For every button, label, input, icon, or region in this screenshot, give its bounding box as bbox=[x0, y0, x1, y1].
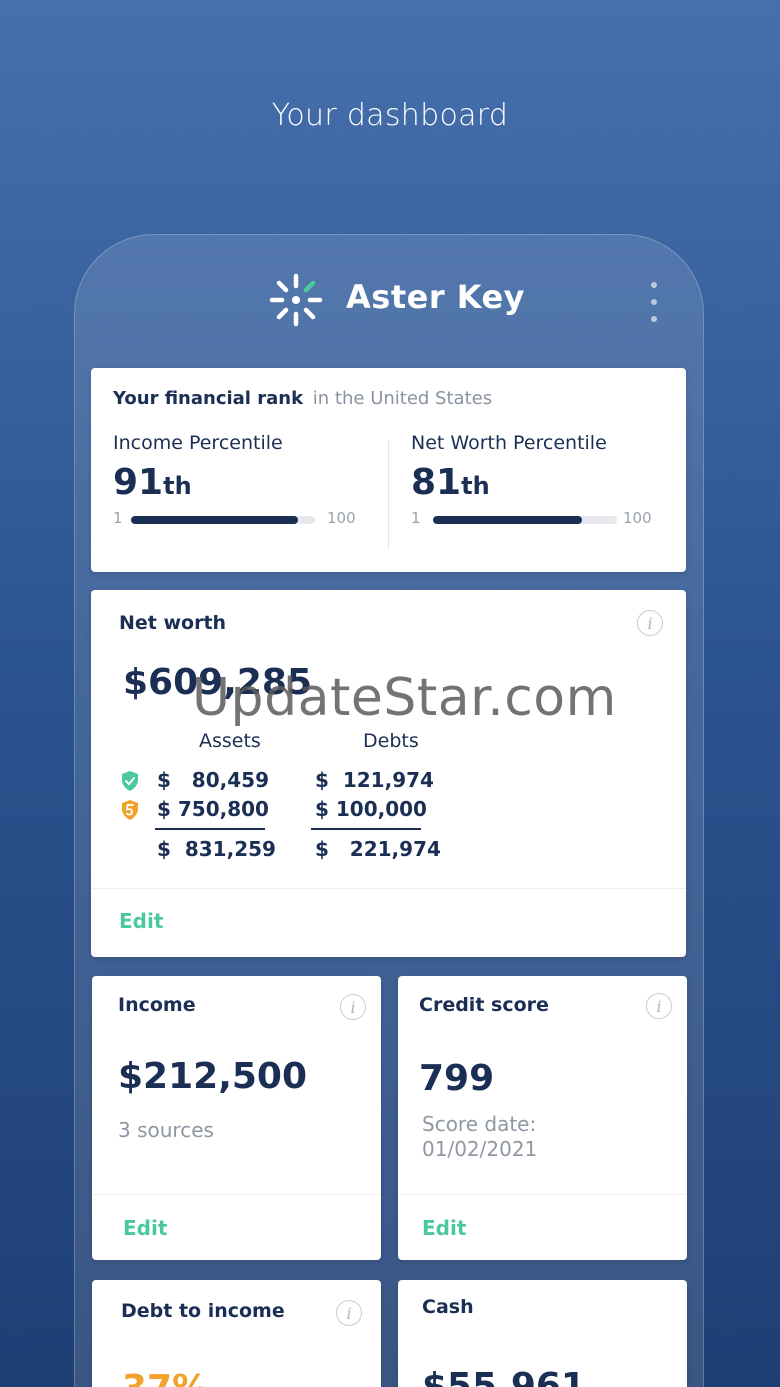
income-percentile: Income Percentile 91th 1 100 bbox=[113, 432, 373, 529]
starburst-logo-icon bbox=[269, 273, 323, 327]
income-percentile-label: Income Percentile bbox=[113, 432, 283, 454]
debts-total: $ 221,974 bbox=[315, 837, 441, 861]
debts-header: Debts bbox=[363, 730, 419, 752]
assets-total: $ 831,259 bbox=[157, 837, 276, 861]
shield-check-icon bbox=[122, 771, 138, 791]
income-card: Income i $212,500 3 sources Edit bbox=[92, 976, 381, 1260]
rank-title-main: Your financial rank bbox=[113, 388, 304, 409]
card-divider bbox=[398, 1194, 687, 1195]
income-percentile-bar: 1 100 bbox=[113, 509, 373, 529]
shield-5-icon bbox=[122, 800, 138, 820]
debt-row-2: $ 100,000 bbox=[315, 797, 427, 821]
income-title: Income bbox=[118, 994, 196, 1016]
bar-min-label: 1 bbox=[411, 509, 421, 527]
net-worth-edit-link[interactable]: Edit bbox=[119, 909, 163, 933]
credit-score-title: Credit score bbox=[419, 994, 549, 1016]
income-sources: 3 sources bbox=[118, 1118, 214, 1142]
net-worth-card: Net worth i $609,285 Assets Debts $ 80,4… bbox=[91, 590, 686, 957]
bar-min-label: 1 bbox=[113, 509, 123, 527]
income-percentile-value: 91th bbox=[113, 462, 192, 503]
cash-value: $55,961 bbox=[422, 1366, 586, 1387]
net-worth-percentile-label: Net Worth Percentile bbox=[411, 432, 607, 454]
rank-divider bbox=[388, 440, 389, 550]
income-edit-link[interactable]: Edit bbox=[123, 1216, 167, 1240]
app-header: Aster Key bbox=[74, 270, 704, 334]
net-worth-percentile: Net Worth Percentile 81th 1 100 bbox=[411, 432, 671, 529]
income-bar-fill bbox=[131, 516, 299, 524]
debt-to-income-title: Debt to income bbox=[121, 1300, 285, 1322]
debt-row-1: $ 121,974 bbox=[315, 768, 434, 792]
card-divider bbox=[91, 888, 686, 889]
asset-row-1: $ 80,459 bbox=[157, 768, 269, 792]
score-date-label: Score date: bbox=[422, 1112, 537, 1136]
debts-total-rule bbox=[311, 828, 421, 830]
net-worth-bar-fill bbox=[433, 516, 583, 524]
brand-name: Aster Key bbox=[346, 278, 526, 316]
assets-header: Assets bbox=[199, 730, 261, 752]
net-worth-percentile-bar: 1 100 bbox=[411, 509, 671, 529]
assets-total-rule bbox=[155, 828, 265, 830]
income-value: $212,500 bbox=[118, 1056, 308, 1097]
cash-title: Cash bbox=[422, 1296, 474, 1318]
asset-row-2: $ 750,800 bbox=[157, 797, 269, 821]
info-icon[interactable]: i bbox=[340, 994, 366, 1020]
rank-title: Your financial rank in the United States bbox=[113, 388, 492, 409]
credit-score-value: 799 bbox=[419, 1058, 495, 1099]
card-divider bbox=[92, 1194, 381, 1195]
debt-to-income-value: 37% bbox=[122, 1368, 208, 1387]
bar-max-label: 100 bbox=[623, 509, 652, 527]
rank-title-sub: in the United States bbox=[312, 388, 493, 409]
more-vertical-icon[interactable] bbox=[644, 282, 664, 322]
watermark: UpdateStar.com bbox=[192, 668, 617, 728]
info-icon[interactable]: i bbox=[637, 610, 663, 636]
credit-score-card: Credit score i 799 Score date: 01/02/202… bbox=[398, 976, 687, 1260]
credit-score-edit-link[interactable]: Edit bbox=[422, 1216, 466, 1240]
page-heading: Your dashboard bbox=[271, 98, 509, 133]
debt-to-income-card: Debt to income i 37% bbox=[92, 1280, 381, 1387]
financial-rank-card: Your financial rank in the United States… bbox=[91, 368, 686, 572]
bar-max-label: 100 bbox=[327, 509, 356, 527]
info-icon[interactable]: i bbox=[336, 1300, 362, 1326]
cash-card: Cash $55,961 bbox=[398, 1280, 687, 1387]
info-icon[interactable]: i bbox=[646, 993, 672, 1019]
net-worth-title: Net worth bbox=[119, 612, 227, 634]
score-date-value: 01/02/2021 bbox=[422, 1137, 538, 1161]
net-worth-percentile-value: 81th bbox=[411, 462, 490, 503]
